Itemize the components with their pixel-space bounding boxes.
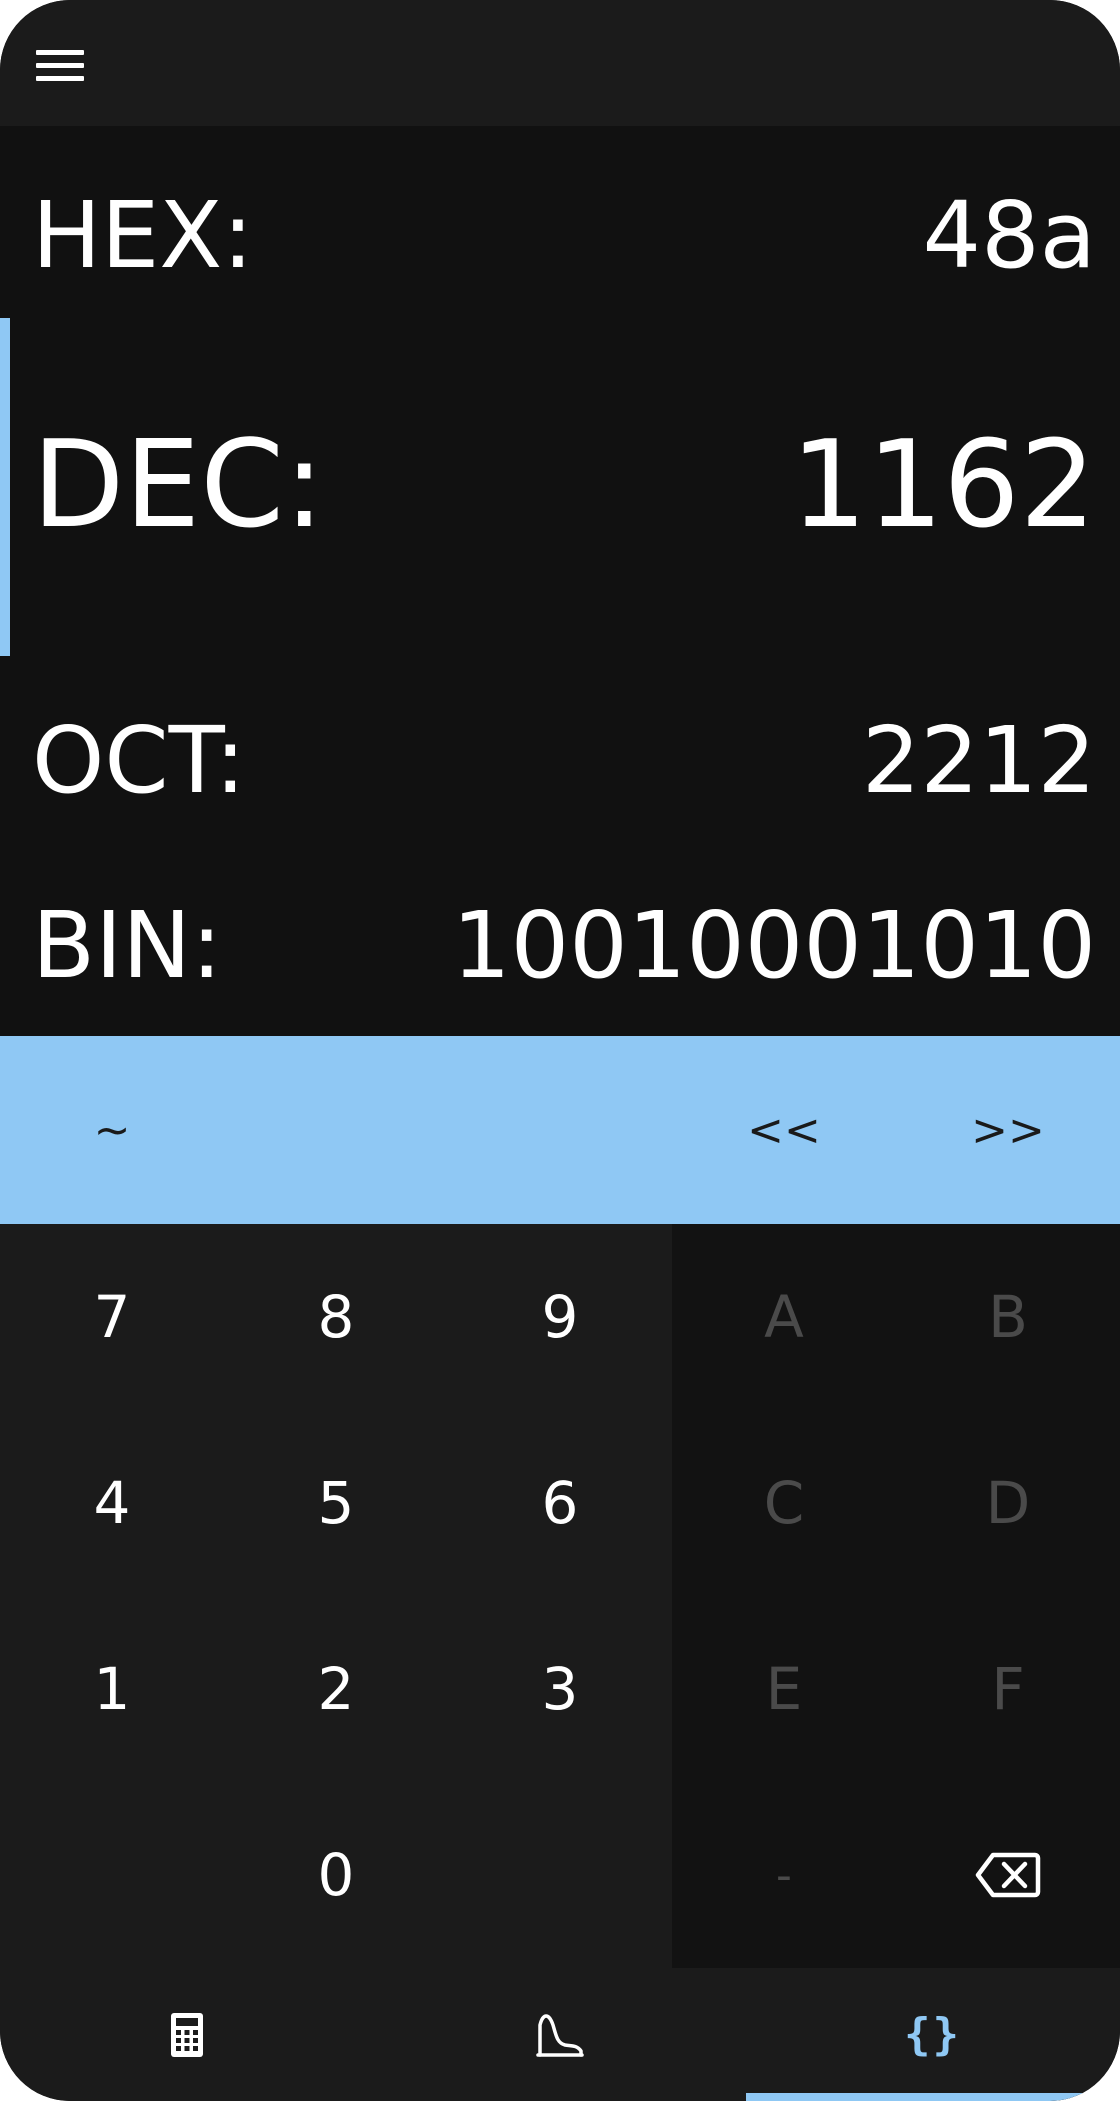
key-3[interactable]: 3 bbox=[448, 1596, 672, 1782]
hex-label: HEX: bbox=[32, 182, 254, 289]
calculator-app: HEX: 48a DEC: 1162 OCT: 2212 BIN: 100100… bbox=[0, 0, 1120, 2101]
bin-label: BIN: bbox=[32, 892, 223, 999]
bin-row[interactable]: BIN: 10010001010 bbox=[0, 876, 1120, 1026]
hamburger-menu-icon[interactable] bbox=[36, 40, 90, 90]
top-app-bar bbox=[0, 0, 1120, 126]
shift-left-button[interactable]: << bbox=[672, 1036, 896, 1224]
oct-value: 2212 bbox=[861, 707, 1096, 814]
key-4[interactable]: 4 bbox=[0, 1410, 224, 1596]
key-7[interactable]: 7 bbox=[0, 1224, 224, 1410]
key-a[interactable]: A bbox=[672, 1224, 896, 1410]
number-display: HEX: 48a DEC: 1162 OCT: 2212 BIN: 100100… bbox=[0, 126, 1120, 1036]
key-c[interactable]: C bbox=[672, 1410, 896, 1596]
oct-row[interactable]: OCT: 2212 bbox=[0, 686, 1120, 836]
key-minus[interactable]: - bbox=[672, 1782, 896, 1968]
calculator-icon bbox=[170, 2012, 203, 2057]
dec-row[interactable]: DEC: 1162 bbox=[0, 316, 1120, 656]
key-1[interactable]: 1 bbox=[0, 1596, 224, 1782]
key-2[interactable]: 2 bbox=[224, 1596, 448, 1782]
hex-keys: A B C D E F - bbox=[672, 1224, 1120, 1968]
key-0[interactable]: 0 bbox=[224, 1782, 448, 1968]
backspace-button[interactable] bbox=[896, 1782, 1120, 1968]
bottom-navigation: {} bbox=[0, 1968, 1120, 2101]
key-9[interactable]: 9 bbox=[448, 1224, 672, 1410]
tab-graph[interactable] bbox=[373, 1968, 746, 2101]
key-d[interactable]: D bbox=[896, 1410, 1120, 1596]
tab-calculator[interactable] bbox=[0, 1968, 373, 2101]
dec-value: 1162 bbox=[790, 416, 1096, 555]
bitwise-not-button[interactable]: ~ bbox=[0, 1036, 224, 1224]
bin-value: 10010001010 bbox=[452, 892, 1096, 999]
key-6[interactable]: 6 bbox=[448, 1410, 672, 1596]
active-tab-indicator bbox=[746, 2093, 1120, 2101]
shift-right-button[interactable]: >> bbox=[896, 1036, 1120, 1224]
key-8[interactable]: 8 bbox=[224, 1224, 448, 1410]
keypad: 7 8 9 4 5 6 1 2 3 0 A B C D E F - bbox=[0, 1224, 1120, 1968]
dec-label: DEC: bbox=[32, 416, 325, 555]
backspace-icon bbox=[975, 1852, 1041, 1898]
hex-value: 48a bbox=[922, 182, 1096, 289]
graph-icon bbox=[535, 2013, 584, 2057]
key-f[interactable]: F bbox=[896, 1596, 1120, 1782]
braces-icon: {} bbox=[904, 2009, 961, 2060]
key-5[interactable]: 5 bbox=[224, 1410, 448, 1596]
tab-programmer[interactable]: {} bbox=[746, 1968, 1119, 2101]
operations-bar: ~ << >> bbox=[0, 1036, 1120, 1224]
key-b[interactable]: B bbox=[896, 1224, 1120, 1410]
oct-label: OCT: bbox=[32, 707, 246, 814]
key-e[interactable]: E bbox=[672, 1596, 896, 1782]
numeric-keys: 7 8 9 4 5 6 1 2 3 0 bbox=[0, 1224, 672, 1968]
selected-base-indicator bbox=[0, 318, 10, 656]
hex-row[interactable]: HEX: 48a bbox=[0, 166, 1120, 306]
